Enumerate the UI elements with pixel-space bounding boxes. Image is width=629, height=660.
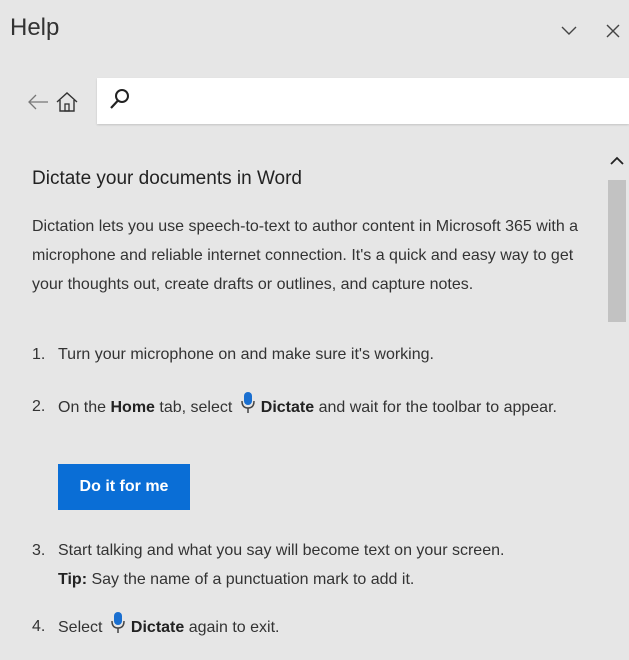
arrow-left-icon: [28, 94, 48, 110]
help-pane-header: Help: [0, 0, 629, 60]
do-it-for-me-button[interactable]: Do it for me: [58, 464, 190, 510]
list-item-step-1: 1. Turn your microphone on and make sure…: [32, 340, 603, 369]
step-text-pre: On the: [58, 399, 111, 416]
scroll-up-button[interactable]: [609, 152, 625, 168]
list-item-step-4: 4. Select Dictate again to exit.: [32, 612, 603, 641]
home-button[interactable]: [55, 90, 79, 114]
step-text-main: Start talking and what you say will beco…: [58, 542, 505, 559]
list-item-step-2: 2. On the Home tab, select Dictate and w…: [32, 392, 603, 421]
step-text: Turn your microphone on and make sure it…: [58, 346, 434, 363]
step-text: Start talking and what you say will beco…: [58, 536, 603, 594]
step-text-post: again to exit.: [184, 619, 280, 636]
step-text: On the Home tab, select Dictate and wait…: [58, 392, 603, 424]
scrollbar-thumb[interactable]: [608, 180, 626, 322]
close-icon: [606, 24, 620, 38]
home-tab-label: Home: [110, 399, 155, 416]
article-intro: Dictation lets you use speech-to-text to…: [32, 218, 579, 293]
collapse-button[interactable]: [558, 20, 580, 42]
microphone-icon: [111, 612, 125, 644]
home-icon: [56, 92, 78, 112]
search-icon: [109, 88, 131, 115]
step-number: 1.: [32, 346, 46, 363]
help-nav-bar: [0, 78, 629, 124]
step-text-post: and wait for the toolbar to appear.: [314, 399, 557, 416]
list-item-step-3: 3. Start talking and what you say will b…: [32, 536, 603, 588]
search-box[interactable]: [97, 78, 629, 124]
tip-label: Tip:: [58, 571, 88, 588]
step-text-mid: tab, select: [154, 399, 237, 416]
chevron-up-icon: [610, 156, 624, 165]
tip-text: Say the name of a punctuation mark to ad…: [87, 571, 415, 588]
dictate-label: Dictate: [260, 399, 315, 416]
search-input[interactable]: [137, 84, 621, 118]
vertical-scrollbar[interactable]: [605, 132, 629, 660]
close-button[interactable]: [602, 20, 624, 42]
dictate-label: Dictate: [130, 619, 185, 636]
pane-title: Help: [10, 14, 60, 41]
chevron-down-icon: [561, 26, 577, 35]
step-number: 4.: [32, 618, 46, 635]
step-text: Select Dictate again to exit.: [58, 612, 603, 644]
microphone-icon: [241, 392, 255, 424]
step-number: 3.: [32, 542, 46, 559]
step-number: 2.: [32, 398, 46, 415]
help-article: Dictate your documents in Word Dictation…: [16, 132, 603, 660]
article-title: Dictate your documents in Word: [32, 168, 302, 189]
step-text-pre: Select: [58, 619, 107, 636]
back-button[interactable]: [26, 90, 50, 114]
